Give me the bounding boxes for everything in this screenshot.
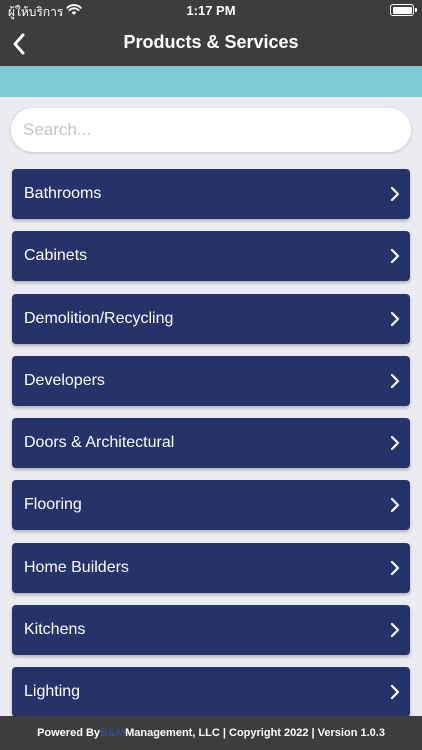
category-item-home-builders[interactable]: Home Builders — [12, 542, 410, 593]
banner-strip — [0, 66, 422, 97]
chevron-right-icon — [390, 249, 400, 264]
footer-suffix: Management, LLC | Copyright 2022 | Versi… — [125, 727, 385, 739]
category-label: Bathrooms — [24, 185, 102, 202]
category-item-kitchens[interactable]: Kitchens — [12, 605, 410, 656]
category-item-lighting[interactable]: Lighting — [12, 667, 410, 718]
category-label: Flooring — [24, 496, 82, 514]
category-label: Developers — [24, 371, 105, 389]
chevron-right-icon — [390, 373, 400, 388]
chevron-right-icon — [390, 311, 400, 326]
category-item-demolition-recycling[interactable]: Demolition/Recycling — [12, 293, 410, 344]
footer-brand: B&M — [100, 727, 126, 739]
chevron-left-icon — [13, 33, 25, 55]
chevron-right-icon — [390, 498, 400, 513]
status-time: 1:17 PM — [186, 3, 236, 18]
chevron-right-icon — [390, 622, 400, 638]
category-item-bathrooms[interactable]: Bathrooms — [12, 169, 410, 219]
category-label: Kitchens — [24, 621, 86, 639]
category-list: Bathrooms Cabinets Demolition/Recycling … — [12, 169, 410, 730]
category-label: Home Builders — [24, 558, 129, 576]
chevron-right-icon — [390, 685, 400, 700]
chevron-right-icon — [390, 186, 400, 202]
category-item-developers[interactable]: Developers — [12, 355, 410, 406]
header: ผู้ให้บริการ 1:17 PM Products & Services — [0, 0, 422, 66]
category-label: Lighting — [24, 683, 81, 701]
category-label: Demolition/Recycling — [24, 309, 174, 327]
category-item-cabinets[interactable]: Cabinets — [12, 231, 410, 282]
category-item-doors-architectural[interactable]: Doors & Architectural — [12, 418, 410, 469]
page-title: Products & Services — [123, 32, 299, 52]
category-item-flooring[interactable]: Flooring — [12, 480, 410, 531]
chevron-right-icon — [390, 560, 400, 575]
status-bar: ผู้ให้บริการ 1:17 PM — [0, 0, 422, 22]
footer-prefix: Powered By — [37, 727, 101, 739]
back-button[interactable] — [4, 28, 34, 60]
battery-icon — [390, 4, 417, 16]
search-input[interactable] — [11, 108, 411, 152]
nav-bar: Products & Services — [0, 22, 422, 66]
footer: Powered By B&M Management, LLC | Copyrig… — [0, 716, 422, 750]
category-label: Cabinets — [24, 247, 88, 265]
chevron-right-icon — [390, 436, 400, 451]
category-label: Doors & Architectural — [24, 434, 175, 452]
